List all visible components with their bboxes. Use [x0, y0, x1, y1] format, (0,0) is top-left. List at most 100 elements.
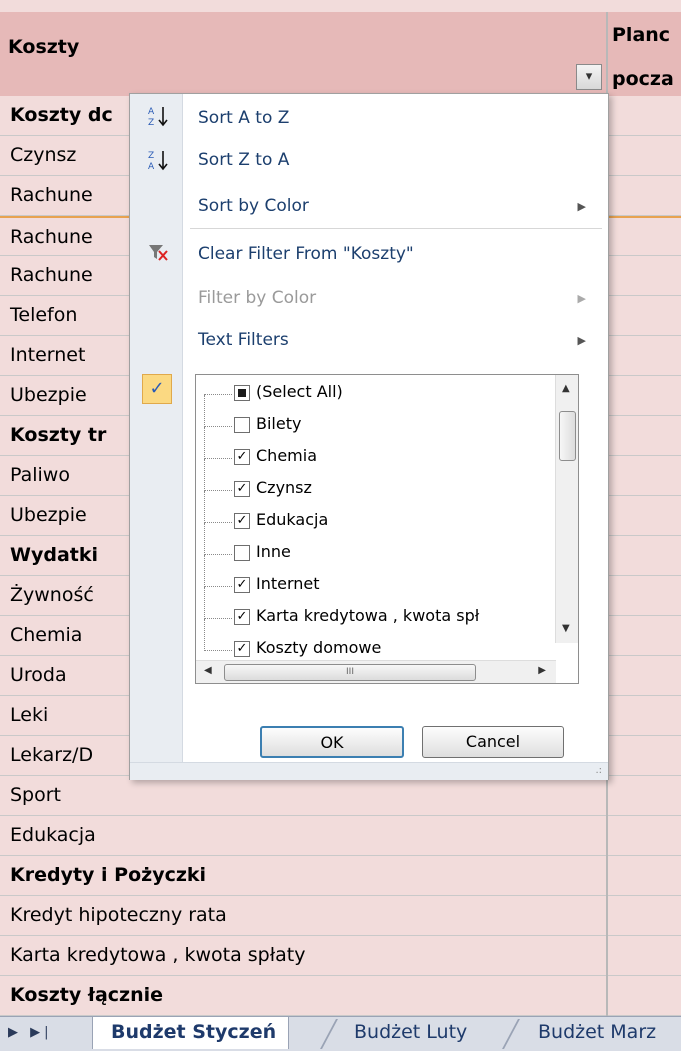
row-label: Paliwo — [10, 464, 70, 486]
sheet-tab-luty[interactable]: Budżet Luty — [336, 1017, 479, 1049]
scroll-thumb-horizontal[interactable]: III — [224, 664, 476, 681]
tree-line — [204, 427, 205, 459]
row-label: Leki — [10, 704, 49, 726]
table-row[interactable]: Edukacja — [0, 816, 681, 856]
filter-item-label: (Select All) — [256, 382, 343, 401]
tree-line — [204, 395, 205, 427]
menu-sort-z-to-a[interactable]: Sort Z to A — [198, 150, 289, 170]
menu-text-filters[interactable]: Text Filters — [198, 330, 289, 350]
tree-line — [204, 459, 205, 491]
scroll-down-icon[interactable]: ▼ — [562, 623, 570, 634]
tree-connector — [204, 554, 232, 555]
column-divider — [606, 776, 608, 816]
row-label: Rachune — [10, 184, 93, 206]
row-label: Rachune — [10, 226, 93, 248]
svg-text:A: A — [148, 162, 155, 172]
tree-line — [204, 619, 205, 651]
header-cell-koszty[interactable]: Koszty — [0, 12, 608, 96]
tree-connector — [204, 458, 232, 459]
clear-filter-icon — [146, 240, 170, 264]
menu-icon-gutter — [130, 94, 183, 762]
scroll-up-icon[interactable]: ▲ — [562, 383, 570, 394]
column-divider — [606, 856, 608, 896]
tree-connector — [204, 522, 232, 523]
sheet-tab-styczen[interactable]: Budżet Styczeń — [92, 1017, 290, 1049]
header-label-koszty: Koszty — [8, 36, 80, 58]
checkmark-icon: ✓ — [142, 374, 172, 404]
table-row[interactable]: Sport — [0, 776, 681, 816]
row-label: Żywność — [10, 584, 94, 606]
horizontal-scrollbar[interactable]: ◀ III ▶ — [196, 660, 556, 683]
scroll-thumb[interactable] — [559, 411, 576, 461]
row-label: Koszty łącznie — [10, 984, 164, 1006]
menu-sort-a-to-z[interactable]: Sort A to Z — [198, 108, 289, 128]
filter-item-label: Czynsz — [256, 478, 312, 497]
row-label: Sport — [10, 784, 62, 806]
row-label: Uroda — [10, 664, 67, 686]
svg-text:Z: Z — [148, 118, 154, 128]
row-label: Koszty tr — [10, 424, 107, 446]
checkbox[interactable]: ✓ — [234, 449, 250, 465]
scroll-left-icon[interactable]: ◀ — [204, 665, 212, 676]
tree-connector — [204, 490, 232, 491]
filter-funnel-icon: ▾ — [585, 69, 593, 84]
svg-text:Z: Z — [148, 151, 154, 161]
row-label: Edukacja — [10, 824, 96, 846]
checkbox[interactable]: ✓ — [234, 577, 250, 593]
table-row[interactable]: Kredyt hipoteczny rata — [0, 896, 681, 936]
scroll-right-icon[interactable]: ▶ — [538, 665, 546, 676]
table-row[interactable]: Koszty łącznie — [0, 976, 681, 1016]
cancel-button[interactable]: Cancel — [422, 726, 564, 758]
filter-item-label: Chemia — [256, 446, 317, 465]
vertical-scrollbar[interactable]: ▲ ▼ — [555, 375, 578, 643]
sheet-tab-marzec[interactable]: Budżet Marz — [520, 1017, 668, 1049]
checkbox[interactable]: ✓ — [234, 641, 250, 657]
tree-connector — [204, 394, 232, 395]
tree-line — [204, 491, 205, 523]
sort-descending-icon: ZA — [146, 148, 170, 172]
filter-values-list[interactable]: (Select All) Bilety ✓ Chemia ✓ Czynsz ✓ Edukacj… — [195, 374, 579, 684]
submenu-arrow-icon: ▶ — [577, 200, 586, 213]
tree-line — [204, 555, 205, 587]
row-label: Ubezpie — [10, 504, 87, 526]
table-row[interactable]: Karta kredytowa , kwota spłaty — [0, 936, 681, 976]
row-label: Karta kredytowa , kwota spłaty — [10, 944, 306, 966]
row-label: Chemia — [10, 624, 83, 646]
menu-filter-by-color[interactable]: Filter by Color — [198, 288, 316, 308]
submenu-arrow-icon: ▶ — [577, 334, 586, 347]
menu-sort-by-color[interactable]: Sort by Color — [198, 196, 309, 216]
row-label: Koszty dc — [10, 104, 113, 126]
checkbox[interactable] — [234, 385, 250, 401]
menu-clear-filter[interactable]: Clear Filter From "Koszty" — [198, 244, 414, 264]
checkbox[interactable] — [234, 417, 250, 433]
tree-connector — [204, 586, 232, 587]
tree-connector — [204, 618, 232, 619]
checkbox[interactable]: ✓ — [234, 513, 250, 529]
row-label: Lekarz/D — [10, 744, 94, 766]
sheet-nav-icon[interactable]: ▶ ▶| — [8, 1025, 53, 1040]
checkbox[interactable] — [234, 545, 250, 561]
filter-item-label: Karta kredytowa , kwota spł — [256, 606, 480, 625]
ok-button[interactable]: OK — [260, 726, 404, 758]
tree-connector — [204, 426, 232, 427]
filter-item-label: Bilety — [256, 414, 302, 433]
row-label: Ubezpie — [10, 384, 87, 406]
row-label: Rachune — [10, 264, 93, 286]
checkbox[interactable]: ✓ — [234, 609, 250, 625]
autofilter-dropdown-button[interactable]: ▾ — [576, 64, 602, 90]
sheet-tab-bar: ▶ ▶| Budżet Styczeń Budżet Luty Budżet M… — [0, 1016, 681, 1051]
row-label: Internet — [10, 344, 86, 366]
submenu-arrow-icon: ▶ — [577, 292, 586, 305]
column-divider — [606, 976, 608, 1016]
header-label-planned-1: Planc — [612, 24, 671, 46]
filter-item-label: Internet — [256, 574, 320, 593]
resize-grip-icon[interactable]: .: — [595, 765, 602, 776]
tree-line — [204, 587, 205, 619]
filter-item-label: Edukacja — [256, 510, 329, 529]
row-label: Czynsz — [10, 144, 77, 166]
table-row[interactable]: Kredyty i Pożyczki — [0, 856, 681, 896]
row-label: Telefon — [10, 304, 78, 326]
header-label-planned-2: pocza — [612, 68, 674, 90]
tree-line — [204, 523, 205, 555]
checkbox[interactable]: ✓ — [234, 481, 250, 497]
